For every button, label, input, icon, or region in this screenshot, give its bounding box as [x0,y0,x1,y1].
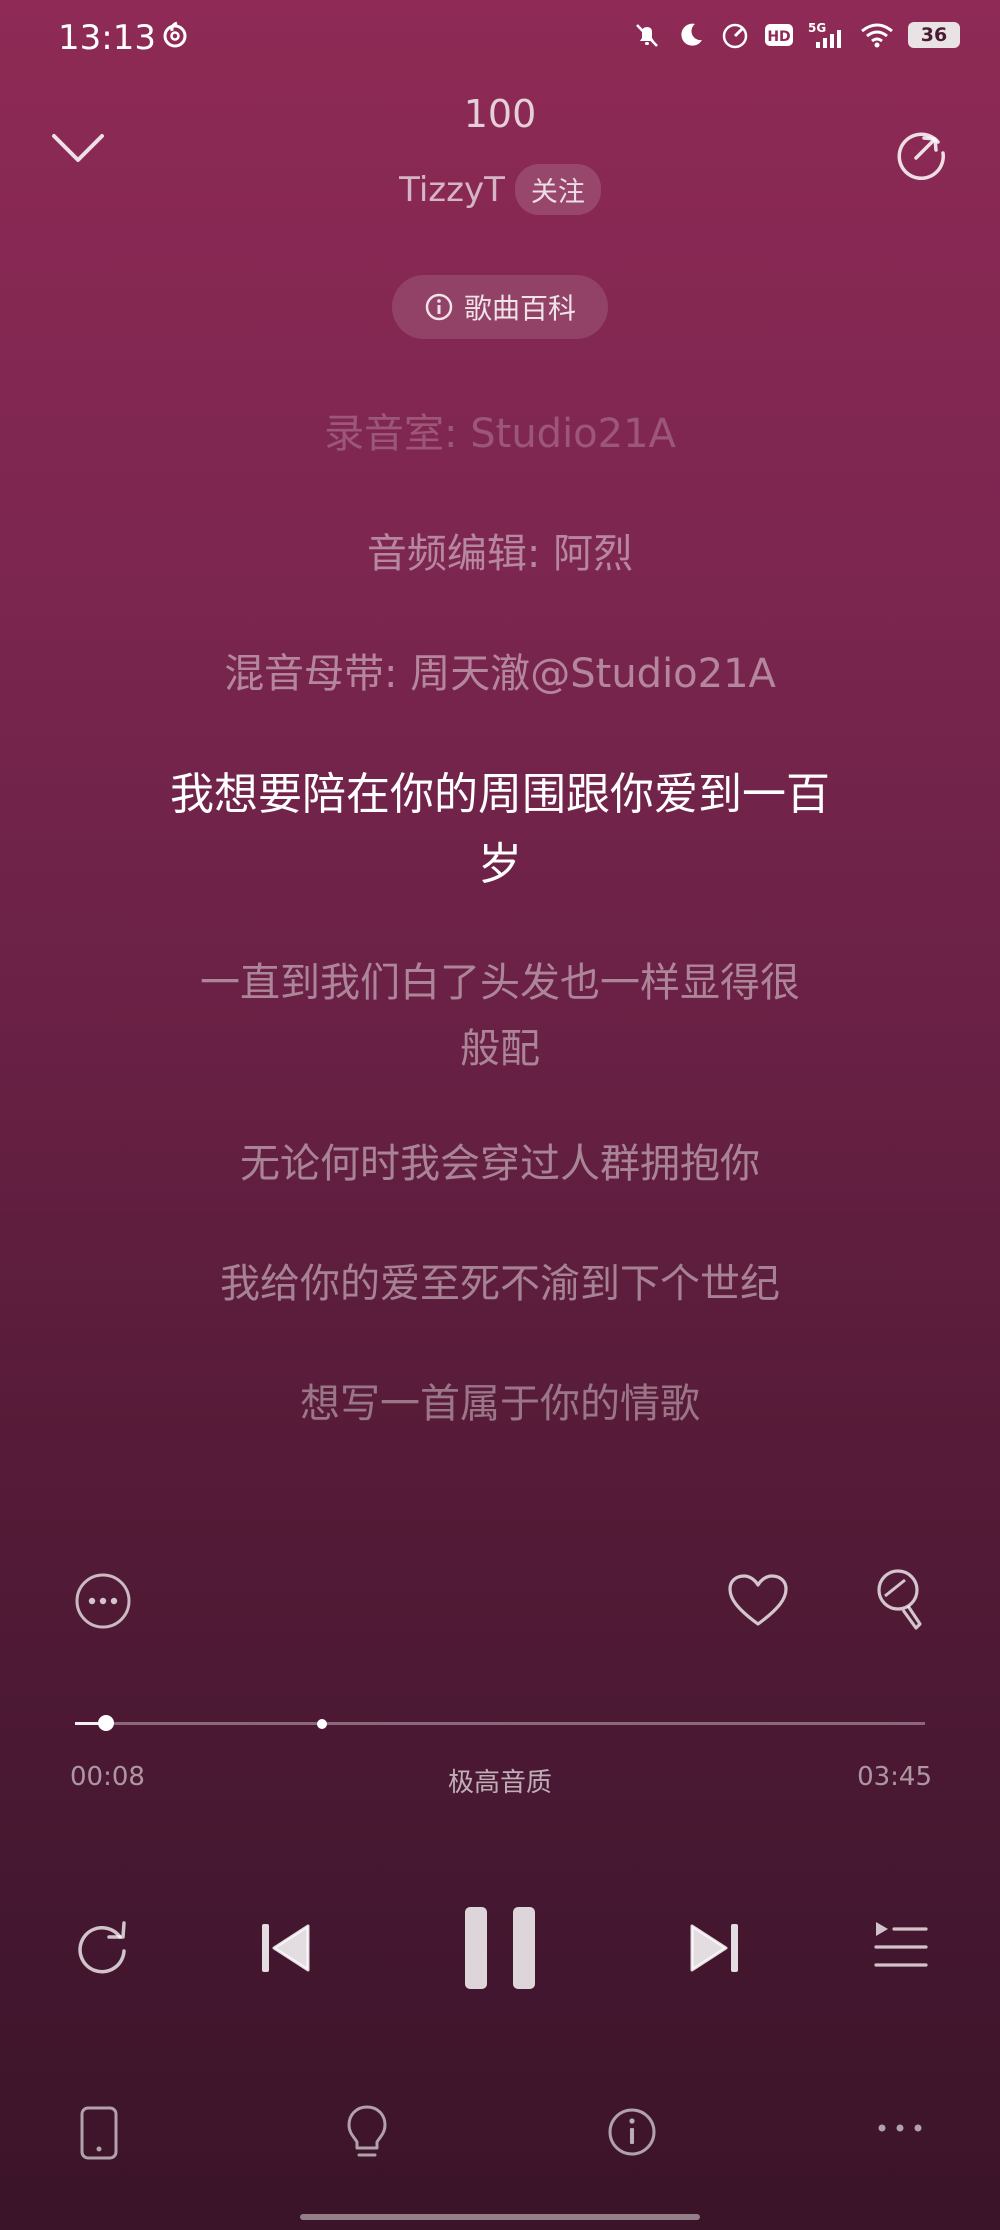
moon-icon [681,23,702,46]
playlist-queue-icon[interactable] [870,1918,930,1974]
progress-marker [316,1719,327,1729]
netease-notification-icon [163,21,187,48]
wifi-icon [861,23,893,48]
audio-quality-label[interactable]: 极高音质 [0,1762,1000,1799]
lightbulb-icon[interactable] [344,2103,390,2163]
lyric-line[interactable]: 想写一首属于你的情歌 [100,1372,900,1436]
lyric-line[interactable]: 一直到我们白了头发也一样显得很 般配 [100,950,900,1082]
next-track-icon[interactable] [686,1920,742,1976]
status-time: 13:13 [58,18,156,58]
total-duration: 03:45 [857,1762,932,1792]
battery-indicator: 36 [908,22,960,48]
more-options-circle-icon[interactable] [72,1570,134,1632]
song-title: 100 [463,92,537,136]
status-icons: HD 5G 36 [632,20,960,50]
share-icon[interactable] [890,122,952,184]
repeat-loop-icon[interactable] [70,1915,132,1977]
svg-text:HD: HD [767,29,790,45]
signal-5g-icon: 5G [808,21,841,48]
lyric-line[interactable]: 录音室: Studio21A [100,402,900,466]
device-phone-icon[interactable] [78,2105,120,2161]
more-horizontal-icon[interactable] [876,2120,924,2136]
karaoke-mic-icon[interactable] [872,1566,932,1636]
song-wiki-button[interactable]: 歌曲百科 [392,275,608,339]
song-wiki-label: 歌曲百科 [463,292,576,325]
speedometer-icon [722,23,748,49]
artist-name[interactable]: TizzyT [399,170,505,210]
pause-icon[interactable] [460,1905,540,1991]
song-info-icon[interactable] [606,2106,658,2158]
network-label: 5G [808,21,826,35]
lyric-line[interactable]: 混音母带: 周天澈@Studio21A [100,642,900,706]
info-icon [425,293,453,321]
lyric-line[interactable]: 音频编辑: 阿烈 [100,522,900,586]
previous-track-icon[interactable] [258,1920,314,1976]
mute-bell-icon [636,24,658,47]
progress-thumb[interactable] [97,1715,114,1731]
lyric-line[interactable]: 我给你的爱至死不渝到下个世纪 [100,1252,900,1316]
home-indicator[interactable] [300,2214,700,2220]
progress-track[interactable] [75,1722,925,1725]
lyric-line[interactable]: 无论何时我会穿过人群拥抱你 [100,1132,900,1196]
artist-row: TizzyT 关注 [0,164,1000,215]
follow-button[interactable]: 关注 [514,164,601,215]
heart-like-icon[interactable] [726,1572,790,1630]
current-lyric-line[interactable]: 我想要陪在你的周围跟你爱到一百 岁 [100,760,900,900]
hd-icon: HD [765,24,793,46]
